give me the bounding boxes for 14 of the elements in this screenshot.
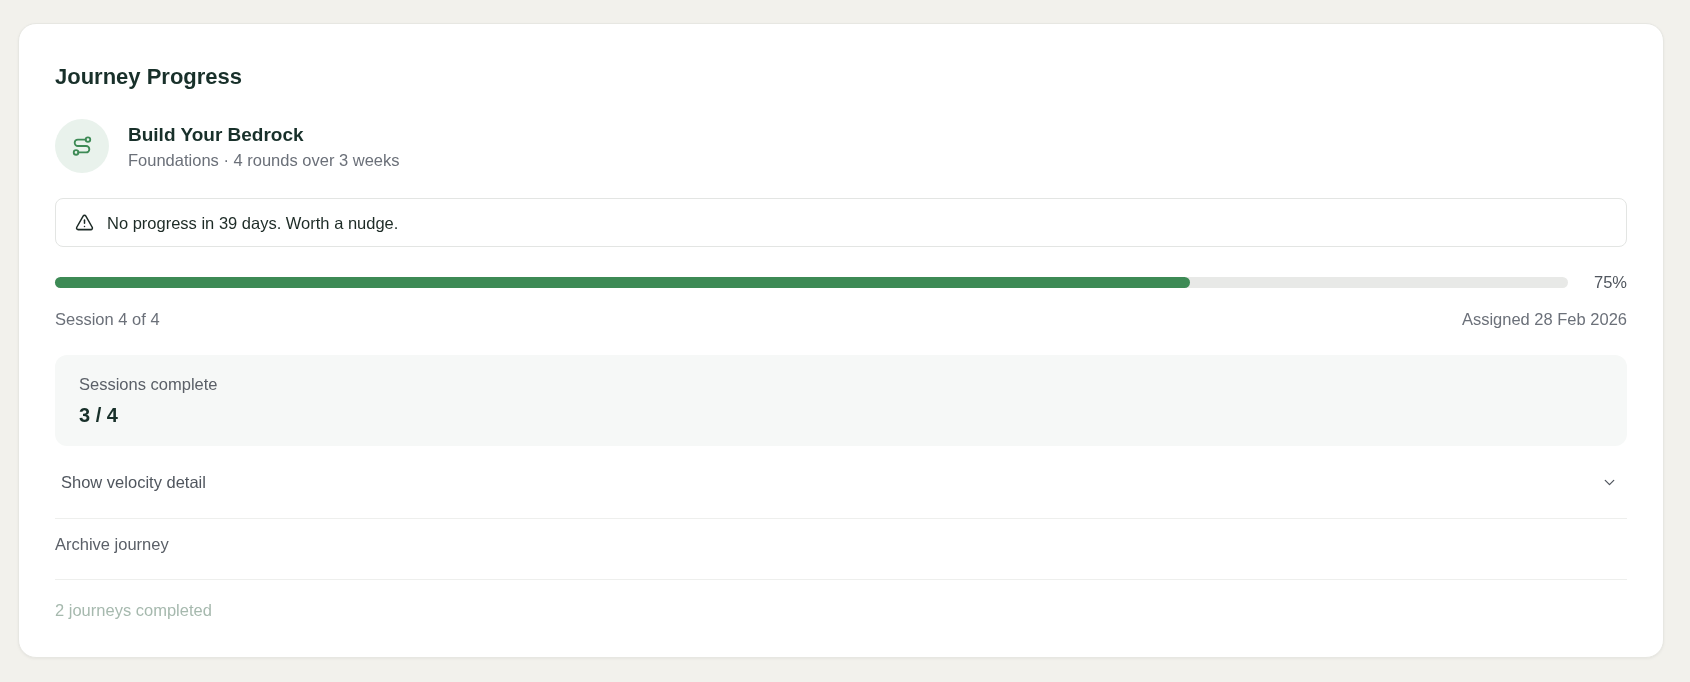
warning-icon: [75, 213, 94, 232]
journey-name: Build Your Bedrock: [128, 122, 305, 147]
assigned-date: Assigned 28 Feb 2026: [1461, 309, 1627, 329]
card-title: Journey Progress: [55, 63, 244, 91]
journeys-completed: 2 journeys completed: [55, 601, 212, 619]
alert-text: No progress in 39 days. Worth a nudge.: [107, 212, 399, 233]
stat-label: Sessions complete: [79, 374, 219, 394]
velocity-toggle[interactable]: Show velocity detail: [55, 458, 1627, 506]
session-count: Session 4 of 4: [55, 309, 160, 329]
archive-journey-button[interactable]: Archive journey: [55, 534, 169, 554]
stat-value: 3 / 4: [79, 403, 119, 428]
journey-subtitle: Foundations · 4 rounds over 3 weeks: [128, 149, 400, 170]
progress-percent: 75%: [1593, 272, 1627, 292]
route-icon: [55, 119, 109, 173]
